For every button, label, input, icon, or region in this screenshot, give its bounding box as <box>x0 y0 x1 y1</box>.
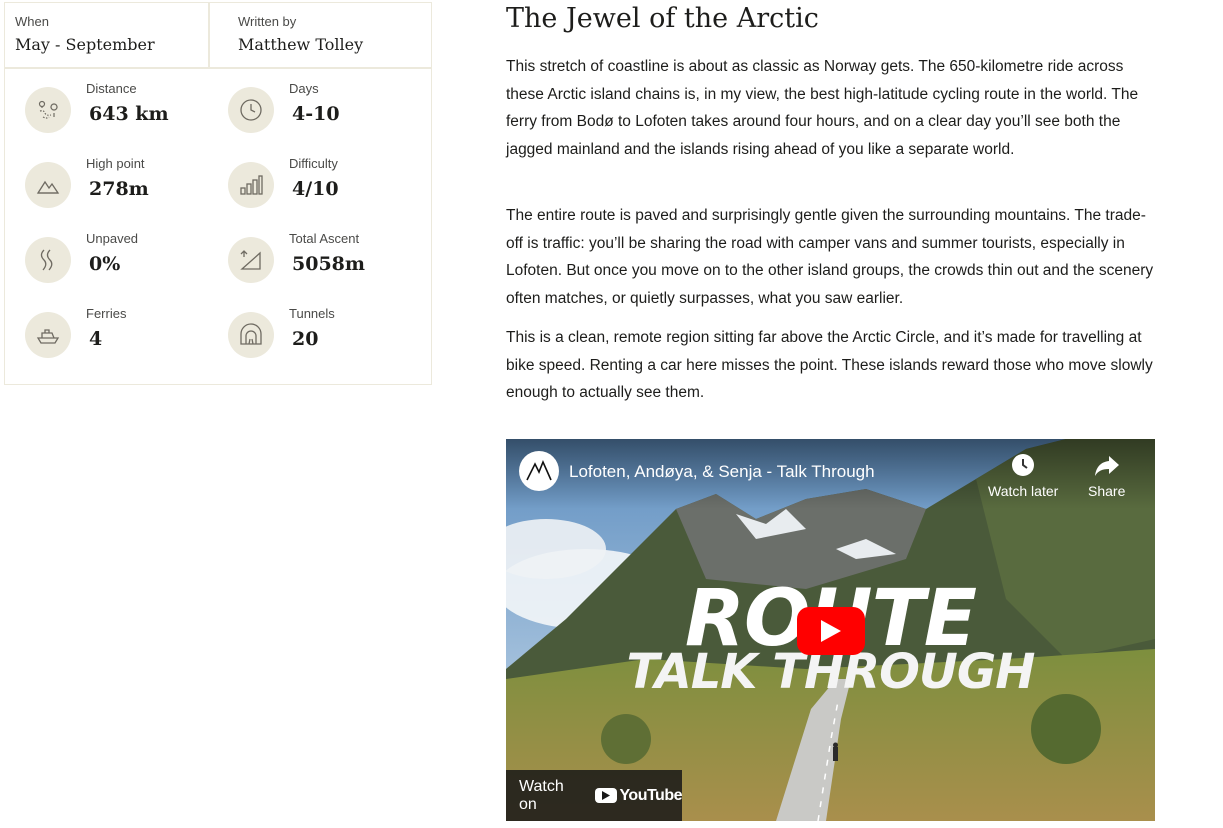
ascent-icon <box>228 237 274 283</box>
youtube-wordmark: YouTube <box>619 786 682 804</box>
stat-label: Days <box>289 81 319 96</box>
stat-label: High point <box>86 156 145 171</box>
bar-chart-icon <box>228 162 274 208</box>
stat-label: Distance <box>86 81 137 96</box>
stat-value: 0% <box>89 253 121 275</box>
stat-value: 20 <box>292 328 319 350</box>
stat-difficulty: Difficulty 4/10 <box>208 156 408 222</box>
stat-days: Days 4-10 <box>208 81 408 147</box>
watch-on-label: Watch on <box>519 777 564 813</box>
stat-label: Total Ascent <box>289 231 360 246</box>
author-cell: Written by Matthew Tolley <box>210 3 431 67</box>
stat-label: Ferries <box>86 306 127 321</box>
mountain-icon <box>25 162 71 208</box>
author-name: Matthew Tolley <box>238 35 364 54</box>
map-route-icon <box>25 87 71 133</box>
stat-value: 643 km <box>89 103 169 125</box>
route-info-card: When May - September Written by Matthew … <box>4 2 432 385</box>
youtube-logo: YouTube <box>595 787 682 805</box>
article-paragraph: The entire route is paved and surprising… <box>506 207 1154 307</box>
when-value: May - September <box>15 35 155 54</box>
stat-label: Unpaved <box>86 231 139 246</box>
share-arrow-icon <box>1094 456 1119 476</box>
clock-icon <box>228 87 274 133</box>
share-button[interactable]: Share <box>1088 451 1125 499</box>
clock-icon <box>1012 454 1035 476</box>
stat-total-ascent: Total Ascent 5058m <box>208 231 408 297</box>
stat-value: 278m <box>89 178 149 200</box>
card-header: When May - September Written by Matthew … <box>5 3 431 69</box>
ferry-icon <box>25 312 71 358</box>
stat-label: Difficulty <box>289 156 338 171</box>
when-cell: When May - September <box>5 3 210 67</box>
stat-high-point: High point 278m <box>5 156 205 222</box>
stat-unpaved: Unpaved 0% <box>5 231 205 297</box>
watch-later-button[interactable]: Watch later <box>988 451 1058 499</box>
play-button[interactable] <box>797 607 865 655</box>
tunnel-icon <box>228 312 274 358</box>
stat-value: 4/10 <box>292 178 339 200</box>
stat-tunnels: Tunnels 20 <box>208 306 408 372</box>
stat-value: 4 <box>89 328 103 350</box>
stat-value: 5058m <box>292 253 365 275</box>
stat-distance: Distance 643 km <box>5 81 205 147</box>
video-title[interactable]: Lofoten, Andøya, & Senja - Talk Through <box>569 462 875 482</box>
watch-on-youtube-button[interactable]: Watch on YouTube <box>506 770 682 821</box>
stat-value: 4-10 <box>292 103 340 125</box>
when-label: When <box>15 14 49 29</box>
stat-label: Tunnels <box>289 306 335 321</box>
play-icon <box>821 620 841 642</box>
share-label: Share <box>1088 483 1126 499</box>
article-paragraph: This stretch of coastline is about as cl… <box>506 58 1139 158</box>
winding-road-icon <box>25 237 71 283</box>
author-label: Written by <box>238 14 297 29</box>
youtube-play-icon <box>595 788 618 803</box>
watch-later-label: Watch later <box>988 483 1059 499</box>
video-embed[interactable]: Lofoten, Andøya, & Senja - Talk Through … <box>506 439 1155 821</box>
article-title: The Jewel of the Arctic <box>506 3 819 34</box>
article-paragraph: This is a clean, remote region sitting f… <box>506 329 1153 401</box>
stat-ferries: Ferries 4 <box>5 306 205 372</box>
channel-logo-icon[interactable] <box>519 451 559 491</box>
